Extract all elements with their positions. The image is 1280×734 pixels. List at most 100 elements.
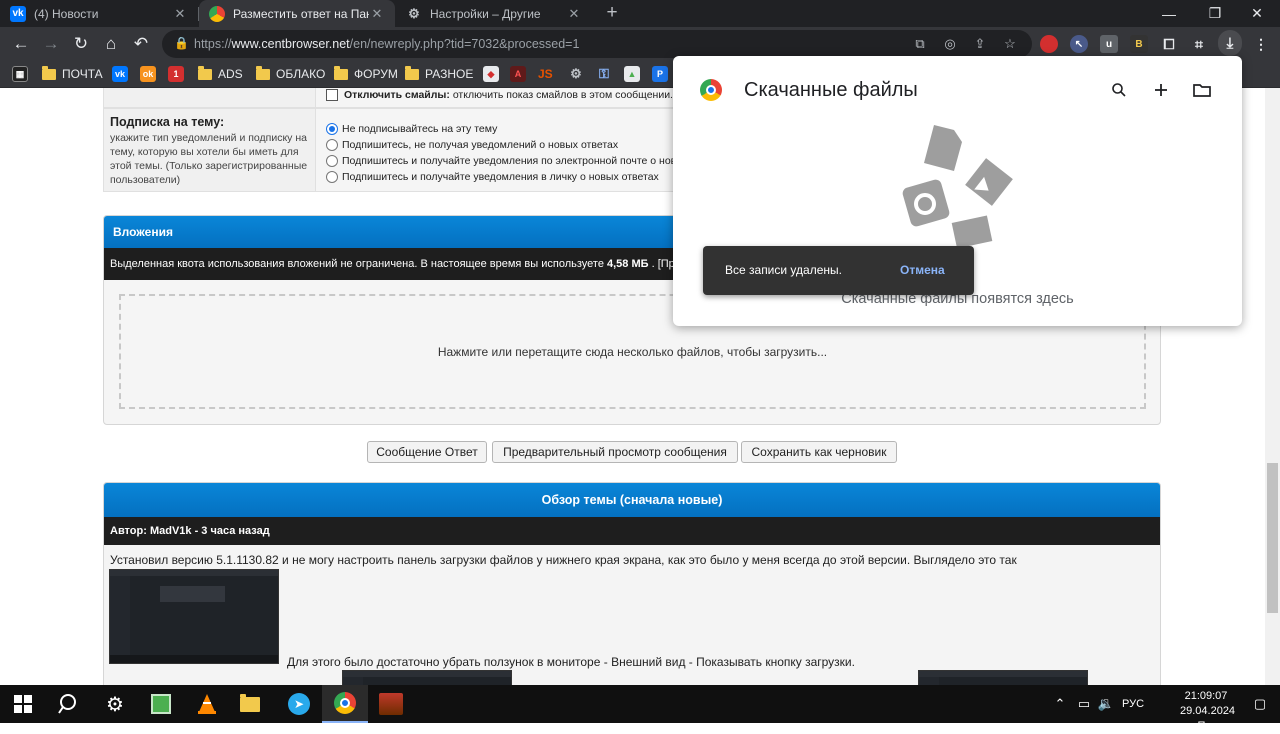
volume-icon[interactable]: 🔈	[1098, 696, 1114, 712]
game-icon	[379, 693, 403, 715]
bookmark-oblako[interactable]: ОБЛАКО	[256, 65, 325, 82]
vlc-app[interactable]	[184, 685, 230, 723]
subscribe-option[interactable]: Не подписывайтесь на эту тему	[326, 123, 497, 135]
menu-icon[interactable]: ⋮	[1252, 35, 1270, 53]
extensions-puzzle-icon[interactable]: ⧠	[1160, 35, 1178, 53]
subscribe-label-cell: Подписка на тему: укажите тип уведомлени…	[104, 109, 316, 191]
toast: Все записи удалены. Отмена	[703, 246, 974, 295]
cursor-extension-icon[interactable]: ↖	[1070, 35, 1088, 53]
post-screenshot[interactable]	[109, 569, 279, 664]
taskbar: ⚙ ➤ ⌃ ▭ ⎍ 🔈 РУС 21:09:07 29.04.2024 Пн ▢	[0, 685, 1280, 732]
scrollbar-thumb[interactable]	[1267, 463, 1278, 613]
bookmark-vk[interactable]: vk	[112, 66, 128, 82]
url-text[interactable]: https://www.centbrowser.net/en/newreply.…	[194, 37, 579, 51]
folder-icon	[256, 65, 270, 80]
bookmark-extension-icon[interactable]: B	[1130, 35, 1148, 53]
address-bar[interactable]: 🔒 https://www.centbrowser.net/en/newrepl…	[162, 30, 1032, 58]
shield-icon[interactable]: u	[1100, 35, 1118, 53]
eye-off-icon[interactable]: ◎	[942, 36, 958, 52]
post-screenshot[interactable]	[342, 670, 512, 685]
notifications-icon[interactable]: ▢	[1252, 696, 1268, 712]
bookmark-p[interactable]: P	[652, 66, 668, 82]
ok-icon: ok	[140, 66, 156, 82]
bookmark-pochta[interactable]: ПОЧТА	[42, 65, 103, 82]
search-button[interactable]	[46, 685, 92, 723]
game-app[interactable]	[368, 685, 414, 723]
bookmark-ok[interactable]: ok	[140, 66, 156, 82]
share-icon[interactable]: ⇪	[972, 36, 988, 52]
minimize-button[interactable]: —	[1146, 0, 1192, 27]
gear-icon: ⚙	[106, 693, 124, 716]
folder-icon	[334, 65, 348, 80]
subscribe-option[interactable]: Подпишитесь, не получая уведомлений о но…	[326, 139, 618, 151]
back-icon[interactable]: ←	[9, 32, 33, 56]
bookmark-settings[interactable]: ⚙	[568, 66, 584, 82]
translate-icon[interactable]: ⧉	[912, 36, 928, 52]
tab-close-icon[interactable]: ✕	[566, 6, 582, 22]
gear-icon: ⚙	[408, 5, 420, 21]
vk-icon: vk	[10, 5, 26, 22]
crop-icon[interactable]: ⌗	[1190, 35, 1208, 53]
clock[interactable]: 21:09:07 29.04.2024 Пн	[1180, 689, 1235, 734]
undo-button[interactable]: Отмена	[900, 263, 945, 277]
tab-strip: vk (4) Новости ✕ Разместить ответ на Пан…	[0, 0, 1280, 27]
radio-button[interactable]	[326, 139, 338, 151]
submit-reply-button[interactable]: Сообщение Ответ	[367, 441, 487, 463]
explorer-app[interactable]	[230, 685, 276, 723]
tray-overflow-icon[interactable]: ⌃	[1052, 696, 1068, 712]
new-tab-button[interactable]: +	[602, 3, 622, 23]
tab-reply[interactable]: Разместить ответ на Панель ✕	[199, 0, 395, 27]
subscribe-option[interactable]: Подпишитесь и получайте уведомления в ли…	[326, 171, 659, 183]
maximize-button[interactable]: ❐	[1192, 0, 1238, 27]
bookmark-1tv[interactable]: 1	[168, 66, 184, 82]
folder-icon[interactable]	[1190, 78, 1214, 102]
p-icon: P	[652, 66, 668, 82]
star-icon[interactable]: ☆	[1002, 36, 1018, 52]
bookmark-app[interactable]: ▦	[12, 66, 28, 82]
settings-app[interactable]: ⚙	[92, 685, 138, 723]
radio-button[interactable]	[326, 123, 338, 135]
scrollbar[interactable]	[1265, 88, 1280, 685]
extension-icon[interactable]	[1040, 35, 1058, 53]
post-author: Автор: MadV1k - 3 часа назад	[104, 517, 1160, 545]
home-icon[interactable]: ⌂	[99, 32, 123, 56]
forward-icon[interactable]: →	[39, 32, 63, 56]
download-icon[interactable]: ⤓	[1218, 30, 1242, 56]
subscribe-option[interactable]: Подпишитесь и получайте уведомления по э…	[326, 155, 689, 167]
bookmark-js[interactable]: JS	[538, 66, 553, 82]
centbrowser-logo-icon	[700, 79, 722, 101]
disable-smilies-checkbox[interactable]	[326, 89, 338, 101]
disable-smilies-option[interactable]: Отключить смайлы: отключить показ смайло…	[326, 89, 673, 101]
vk-icon: vk	[112, 66, 128, 82]
tab-news[interactable]: vk (4) Новости ✕	[0, 0, 198, 27]
radio-button[interactable]	[326, 171, 338, 183]
search-icon	[58, 694, 76, 714]
close-window-button[interactable]: ✕	[1234, 0, 1280, 27]
search-icon[interactable]	[1107, 78, 1131, 102]
radio-button[interactable]	[326, 155, 338, 167]
task-manager-app[interactable]	[138, 685, 184, 723]
reload-icon[interactable]: ↻	[69, 32, 93, 56]
telegram-app[interactable]: ➤	[276, 685, 322, 723]
tab-close-icon[interactable]: ✕	[369, 6, 385, 22]
bookmark-forum[interactable]: ФОРУМ	[334, 65, 398, 82]
save-draft-button[interactable]: Сохранить как черновик	[741, 441, 897, 463]
post-screenshot[interactable]	[918, 670, 1088, 685]
bookmark-key[interactable]: ⚿	[596, 66, 612, 82]
bookmark-acrobat[interactable]: A	[510, 66, 526, 82]
centbrowser-app[interactable]	[322, 685, 368, 723]
add-icon[interactable]	[1149, 78, 1173, 102]
bookmark-image[interactable]: ▲	[624, 66, 640, 82]
preview-button[interactable]: Предварительный просмотр сообщения	[492, 441, 738, 463]
windows-icon	[14, 695, 32, 713]
bookmark-shield[interactable]: ◆	[483, 66, 499, 82]
undo-close-icon[interactable]: ↶	[129, 32, 153, 56]
start-button[interactable]	[0, 685, 46, 723]
tab-close-icon[interactable]: ✕	[172, 6, 188, 22]
bookmark-ads[interactable]: ADS	[198, 65, 243, 82]
thread-review-title: Обзор темы (сначала новые)	[104, 483, 1160, 517]
tab-settings[interactable]: ⚙ Настройки – Другие ✕	[396, 0, 592, 27]
network-icon[interactable]: ▭	[1076, 696, 1092, 712]
bookmark-raznoe[interactable]: РАЗНОЕ	[405, 65, 473, 82]
language-indicator[interactable]: РУС	[1121, 696, 1145, 712]
